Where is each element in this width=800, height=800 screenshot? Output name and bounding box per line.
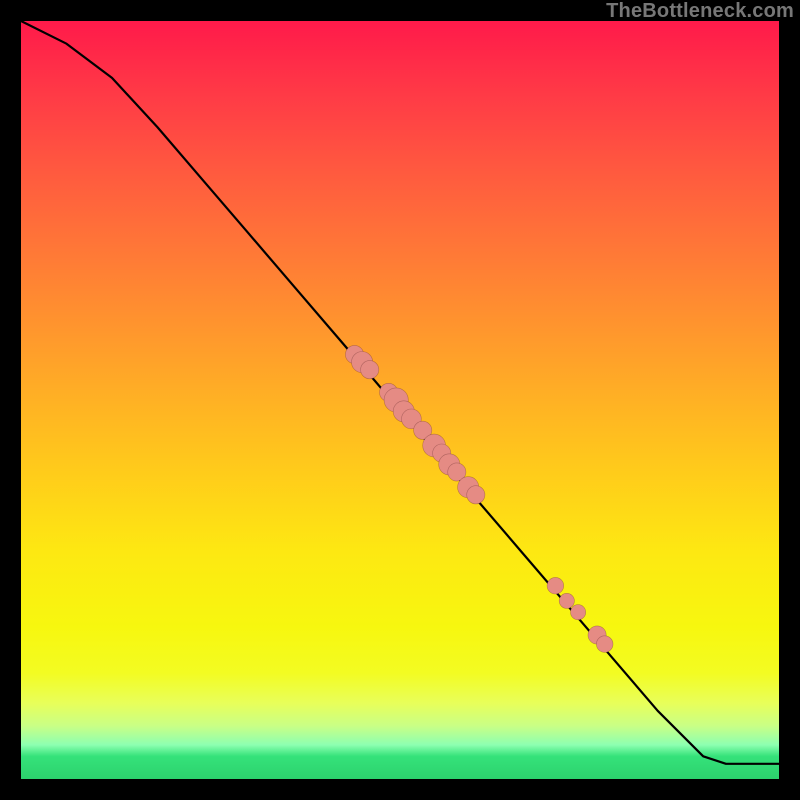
- data-point-p15: [547, 577, 564, 594]
- data-point-p3: [361, 361, 379, 379]
- chart-stage: TheBottleneck.com: [0, 0, 800, 800]
- data-points-group: [345, 345, 613, 652]
- data-point-p14: [467, 486, 485, 504]
- chart-svg: [21, 21, 779, 779]
- watermark-text: TheBottleneck.com: [606, 0, 794, 23]
- data-point-p19: [596, 636, 613, 653]
- plot-area: [21, 21, 779, 779]
- data-point-p16: [559, 593, 574, 608]
- data-point-p17: [571, 605, 586, 620]
